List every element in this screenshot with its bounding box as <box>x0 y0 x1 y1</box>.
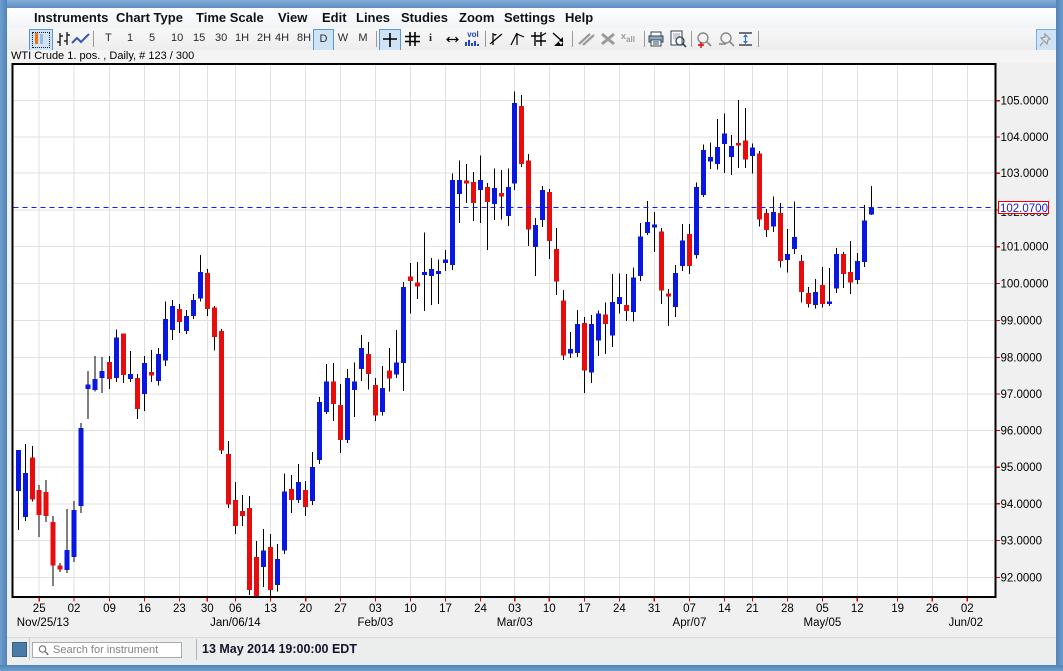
svg-text:23: 23 <box>173 603 186 615</box>
svg-text:26: 26 <box>926 603 939 615</box>
svg-text:24: 24 <box>474 603 487 615</box>
svg-text:24: 24 <box>613 603 626 615</box>
svg-text:07: 07 <box>683 603 696 615</box>
svg-text:Jun/02: Jun/02 <box>949 617 984 629</box>
svg-text:17: 17 <box>439 603 452 615</box>
svg-text:Mar/03: Mar/03 <box>497 617 533 629</box>
svg-text:93.0000: 93.0000 <box>1001 535 1043 547</box>
svg-text:31: 31 <box>648 603 661 615</box>
svg-text:09: 09 <box>103 603 116 615</box>
svg-text:103.0000: 103.0000 <box>1001 168 1049 180</box>
svg-text:05: 05 <box>816 603 829 615</box>
svg-text:19: 19 <box>891 603 904 615</box>
svg-text:03: 03 <box>508 603 521 615</box>
svg-text:98.0000: 98.0000 <box>1001 352 1043 364</box>
svg-text:104.0000: 104.0000 <box>1001 132 1049 144</box>
svg-text:96.0000: 96.0000 <box>1001 426 1043 438</box>
svg-text:14: 14 <box>718 603 731 615</box>
svg-text:13: 13 <box>264 603 277 615</box>
svg-text:99.0000: 99.0000 <box>1001 316 1043 328</box>
svg-text:94.0000: 94.0000 <box>1001 499 1043 511</box>
svg-text:27: 27 <box>334 603 347 615</box>
svg-text:100.0000: 100.0000 <box>1001 279 1049 291</box>
svg-text:21: 21 <box>746 603 759 615</box>
svg-text:Nov/25/13: Nov/25/13 <box>17 617 69 629</box>
svg-text:16: 16 <box>138 603 151 615</box>
svg-text:105.0000: 105.0000 <box>1001 96 1049 108</box>
svg-text:Feb/03: Feb/03 <box>357 617 393 629</box>
svg-text:101.0000: 101.0000 <box>1001 242 1049 254</box>
svg-text:12: 12 <box>851 603 864 615</box>
svg-text:10: 10 <box>404 603 417 615</box>
svg-text:17: 17 <box>578 603 591 615</box>
svg-text:92.0000: 92.0000 <box>1001 572 1043 584</box>
svg-text:95.0000: 95.0000 <box>1001 462 1043 474</box>
svg-text:25: 25 <box>33 603 46 615</box>
svg-text:102.0700: 102.0700 <box>1000 203 1048 215</box>
svg-text:06: 06 <box>229 603 242 615</box>
svg-text:02: 02 <box>68 603 81 615</box>
svg-text:28: 28 <box>781 603 794 615</box>
svg-text:02: 02 <box>961 603 974 615</box>
svg-text:20: 20 <box>299 603 312 615</box>
svg-text:30: 30 <box>201 603 214 615</box>
svg-text:May/05: May/05 <box>804 617 842 629</box>
svg-text:97.0000: 97.0000 <box>1001 389 1043 401</box>
svg-text:03: 03 <box>369 603 382 615</box>
svg-text:Jan/06/14: Jan/06/14 <box>210 617 261 629</box>
svg-text:10: 10 <box>543 603 556 615</box>
svg-text:Apr/07: Apr/07 <box>673 617 707 629</box>
